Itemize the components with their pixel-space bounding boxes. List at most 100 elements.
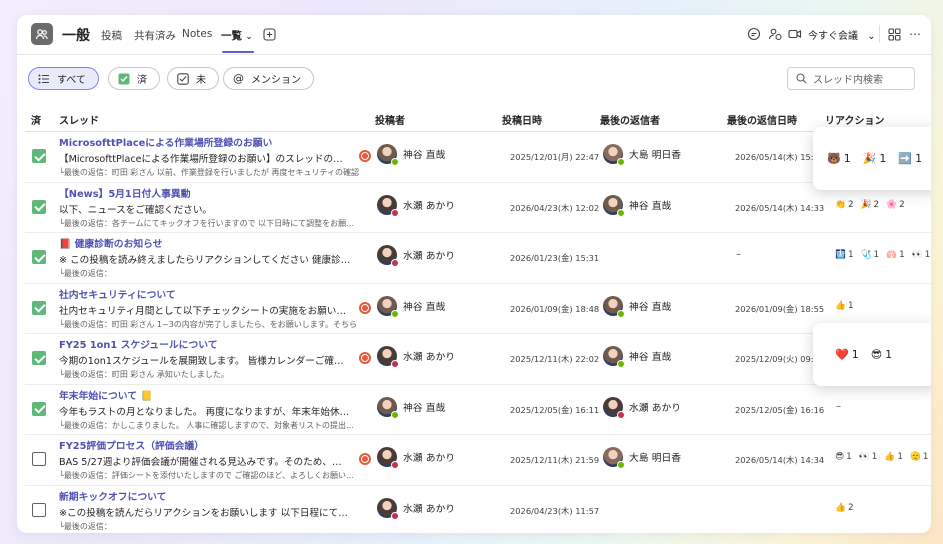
table-row[interactable]: MicrosofttPlaceによる作業場所登録のお願い【MicrosofttP… — [25, 132, 931, 183]
table-row[interactable]: 社内セキュリティについて 社内セキュリティ月間として以下チェックシートの実施をお願… — [25, 284, 931, 334]
reaction-count: 1 — [851, 348, 859, 361]
done-checkbox[interactable] — [32, 502, 46, 517]
thread-title-link[interactable]: 新期キックオフについて — [59, 489, 166, 503]
done-checkbox[interactable] — [32, 199, 46, 214]
thread-title-link[interactable]: FY25評価プロセス（評価会議） — [59, 438, 204, 452]
done-checkbox[interactable] — [32, 351, 46, 365]
empty-value: – — [836, 400, 841, 412]
table-row[interactable]: 新期キックオフについて ※この投稿を読んだらリアクションをお願いします 以下日程に… — [25, 486, 931, 534]
last-replier-name: 大島 明日香 — [629, 453, 682, 464]
emoji-icon: 😎 — [870, 348, 883, 361]
reaction-chip[interactable]: 👍 1 — [835, 301, 854, 311]
reaction-chip[interactable]: 😎 1 — [835, 452, 852, 462]
tab-posts[interactable]: 投稿 — [101, 28, 122, 43]
thread-title-link[interactable]: FY25 1on1 スケジュールについて — [59, 337, 218, 351]
filter-all-button[interactable]: すべて — [28, 67, 99, 90]
emoji-icon: 🎉 — [862, 152, 877, 165]
table-row[interactable]: FY25評価プロセス（評価会議） BAS 5/27週より評価会議が開催される見込み… — [25, 435, 931, 486]
video-icon[interactable] — [788, 26, 802, 42]
poster-person[interactable]: 水瀬 あかり — [377, 245, 455, 267]
reaction-chip[interactable]: 👀 1 — [859, 452, 878, 462]
reaction-chip[interactable]: 🩺 1 — [861, 250, 880, 260]
avatar — [377, 245, 399, 267]
thread-title-link[interactable]: 📕 健康診断のお知らせ — [59, 236, 163, 250]
thread-title-link[interactable]: MicrosofttPlaceによる作業場所登録のお願い — [59, 135, 272, 149]
thread-title-link[interactable]: 【News】5月1日付人事異動 — [59, 186, 191, 200]
emoji-icon: 🫁 — [886, 250, 898, 260]
reaction-chip[interactable]: 🎉 1 — [863, 152, 887, 165]
chat-icon[interactable] — [746, 26, 762, 42]
posted-date: 2026/04/23(木) 11:57 — [510, 505, 600, 516]
reaction-chip[interactable]: 😎 1 — [871, 348, 892, 361]
reaction-chip[interactable]: 🩻 1 — [835, 250, 854, 260]
reaction-chip[interactable]: 👀 1 — [912, 250, 931, 260]
poster-name: 神谷 直哉 — [403, 402, 446, 414]
done-checkbox[interactable] — [32, 452, 46, 466]
last-replier-person[interactable]: 神谷 直哉 — [603, 346, 671, 368]
done-checkbox[interactable] — [32, 149, 46, 163]
poster-person[interactable]: 水瀬 あかり — [377, 497, 455, 520]
reaction-chip[interactable]: 🫡 1 — [910, 452, 929, 462]
reaction-chip[interactable]: 🎉 2 — [861, 200, 880, 210]
table-row[interactable]: 年末年始について 📒 今年もラストの月となりました。 再度になりますが、年末年始休… — [25, 385, 931, 435]
thread-title-link[interactable]: 社内セキュリティについて — [59, 287, 176, 301]
filter-done-button[interactable]: 済 — [108, 67, 160, 90]
filter-mention-button[interactable]: @ メンション — [223, 67, 314, 90]
reaction-chip[interactable]: 🐻 1 — [827, 152, 851, 165]
last-replier-person[interactable]: 神谷 直哉 — [603, 194, 671, 217]
last-replier-person[interactable]: 大島 明日香 — [603, 447, 682, 469]
apps-icon[interactable] — [886, 26, 902, 42]
thread-body: 【MicrosofttPlaceによる作業場所登録のお願い】のスレッドの内容をご… — [59, 154, 351, 165]
done-checkbox[interactable] — [32, 300, 46, 315]
tab-list[interactable]: 一覧 ⌄ — [221, 28, 252, 43]
reactions-list: 😎 1 👀 1 👍 1 🫡 1 — [835, 452, 929, 462]
last-replier-person[interactable]: 神谷 直哉 — [603, 295, 671, 318]
reaction-count: 1 — [915, 152, 923, 165]
poster-person[interactable]: 神谷 直哉 — [377, 295, 445, 318]
filter-mention-label: メンション — [251, 75, 301, 86]
thread-search-input[interactable]: スレッド内検索 — [787, 67, 915, 90]
meet-now-button[interactable]: 今すぐ会議 ⌄ — [808, 27, 876, 42]
emoji-icon: 🩻 — [835, 250, 846, 260]
thread-body: 今年もラストの月となりました。 再度になりますが、年末年始休日のお知らせ — [59, 406, 357, 418]
reaction-chip[interactable]: 🫁 1 — [886, 250, 905, 260]
table-row[interactable]: FY25 1on1 スケジュールについて 今期の1on1スケジュールを展開致します… — [25, 334, 931, 385]
last-replier-person[interactable]: 水瀬 あかり — [603, 396, 681, 419]
team-avatar[interactable] — [31, 23, 53, 45]
poster-name: 水瀬 あかり — [403, 200, 456, 212]
filter-undone-button[interactable]: 未 — [167, 67, 219, 90]
poster-person[interactable]: 水瀬 あかり — [377, 194, 456, 217]
avatar — [603, 396, 625, 419]
participants-icon[interactable] — [767, 26, 783, 42]
emoji-icon: 😎 — [835, 452, 845, 462]
avatar — [603, 346, 625, 368]
done-checkbox[interactable] — [32, 250, 46, 264]
more-options-icon[interactable]: ⋯ — [907, 26, 923, 42]
tab-shared[interactable]: 共有済み — [134, 28, 176, 43]
emoji-icon: 👍 — [884, 452, 896, 462]
table-row[interactable]: 【News】5月1日付人事異動 以下、ニュースをご確認ください。 └最後の返信：各チ… — [25, 183, 931, 233]
reaction-chip[interactable]: ❤️ 1 — [835, 348, 859, 361]
mention-icon — [359, 150, 371, 162]
presence-status-icon — [391, 410, 399, 419]
presence-status-icon — [391, 511, 399, 520]
reaction-chip[interactable]: ➡️ 1 — [898, 152, 922, 165]
poster-person[interactable]: 水瀬 あかり — [377, 447, 455, 469]
poster-person[interactable]: 神谷 直哉 — [377, 144, 445, 166]
last-replier-person[interactable]: 大島 明日香 — [603, 144, 682, 166]
active-tab-indicator — [222, 51, 254, 53]
chevron-down-icon: ⌄ — [867, 31, 876, 42]
done-checkbox[interactable] — [32, 401, 46, 416]
reaction-chip[interactable]: 👍 1 — [884, 452, 903, 462]
add-tab-icon[interactable] — [261, 26, 277, 42]
reaction-chip[interactable]: 🌸 2 — [886, 200, 905, 210]
channel-header: 一般 投稿 共有済み Notes 一覧 ⌄ 今すぐ会議 ⌄ ⋯ — [17, 15, 931, 55]
poster-person[interactable]: 神谷 直哉 — [377, 396, 446, 419]
reaction-chip[interactable]: 👏 2 — [835, 200, 854, 210]
tab-notes[interactable]: Notes — [182, 28, 212, 40]
reaction-chip[interactable]: 👍 2 — [835, 503, 854, 513]
table-row[interactable]: 📕 健康診断のお知らせ ※ この投稿を読み終えましたらリアクションしてください 健… — [25, 233, 931, 284]
last-replier-name: 大島 明日香 — [629, 150, 682, 161]
poster-person[interactable]: 水瀬 あかり — [377, 346, 455, 368]
thread-title-link[interactable]: 年末年始について 📒 — [59, 388, 153, 402]
